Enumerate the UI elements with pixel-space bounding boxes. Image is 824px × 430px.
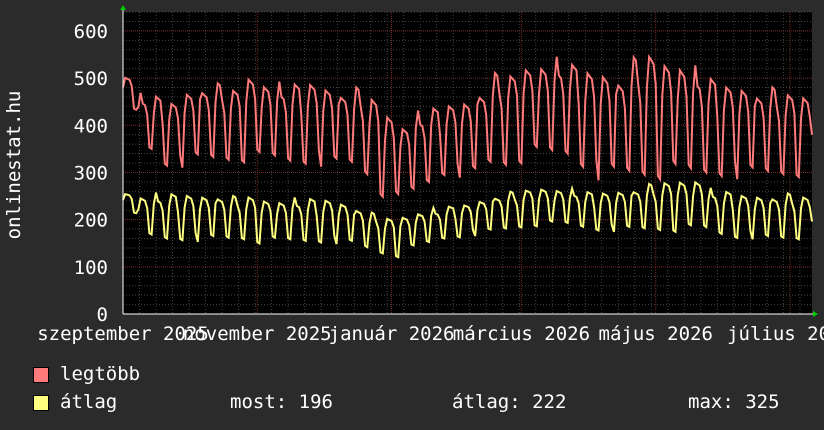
line-chart: 0100200300400500600szeptember 2025novemb… (3, 5, 824, 345)
chart-window: 0 100 200 300 400 500 600 szeptember 2025 novemb… (0, 0, 824, 430)
stat-max: max: 325 (688, 391, 780, 413)
x-axis-arrow-icon (813, 311, 818, 317)
y-tick-label: 600 (74, 21, 108, 43)
y-tick-label: 200 (74, 210, 108, 232)
y-tick-label: 300 (74, 162, 108, 184)
y-tick-label: 400 (74, 115, 108, 137)
legend-swatch-atlag (33, 395, 49, 411)
x-tick-label: május 2026 (599, 323, 713, 345)
stat-atlag: átlag: 222 (452, 391, 567, 413)
x-tick-label: július 2026 (727, 323, 824, 345)
legend-label-legtobb: legtöbb (60, 363, 141, 385)
legend-label-atlag: átlag (60, 391, 118, 413)
x-tick-label: november 2025 (183, 323, 332, 345)
x-tick-label: március 2026 (453, 323, 590, 345)
y-axis-arrow-icon (120, 5, 126, 10)
y-tick-label: 100 (74, 257, 108, 279)
x-tick-label: január 2026 (329, 323, 455, 345)
y-tick-label: 500 (74, 68, 108, 90)
y-axis-label: onlinestat.hu (3, 91, 25, 240)
stat-most: most: 196 (230, 391, 333, 413)
legend-swatch-legtobb (33, 367, 49, 383)
